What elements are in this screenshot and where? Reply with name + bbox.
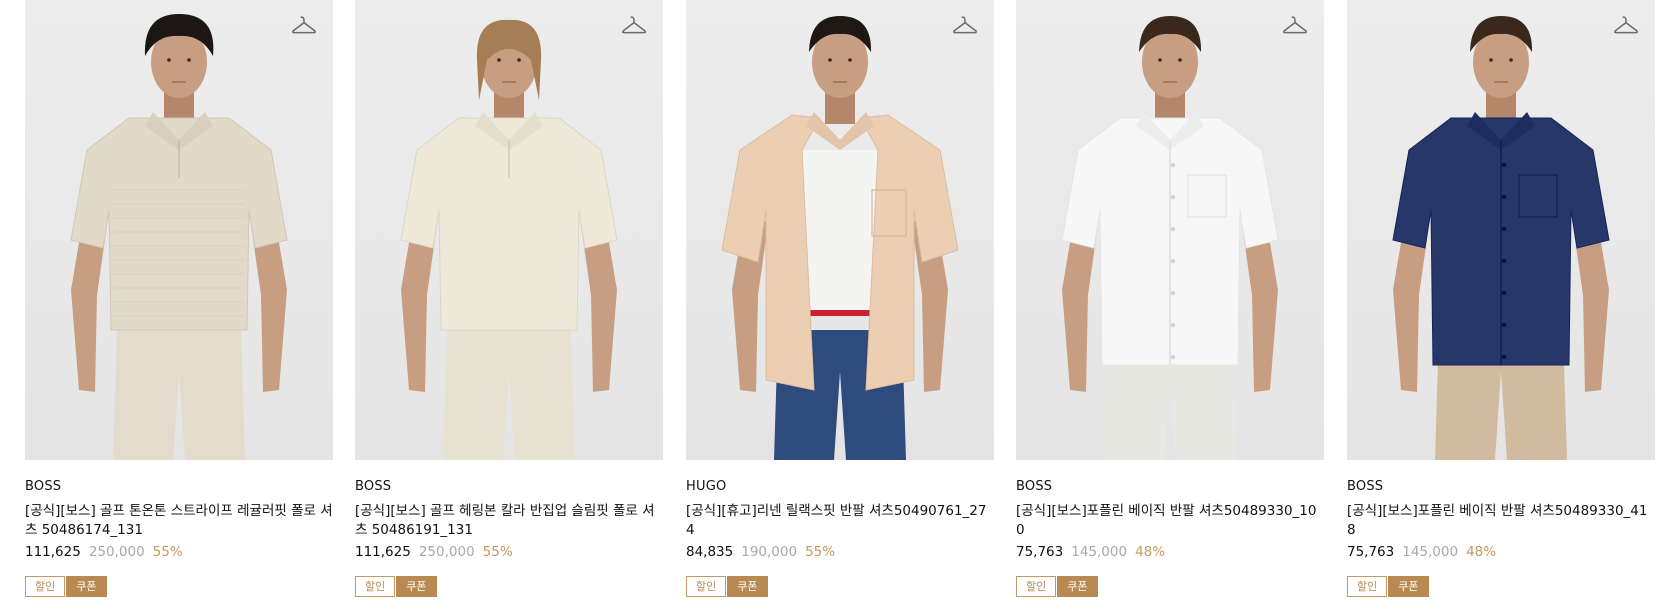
price-row: 84,835 190,000 55% bbox=[686, 543, 994, 562]
discount-rate: 48% bbox=[1466, 544, 1497, 560]
product-title[interactable]: [공식][보스] 골프 톤온톤 스트라이프 레귤러핏 폴로 셔츠 5048617… bbox=[25, 502, 333, 540]
sale-badge: 할인 bbox=[25, 576, 66, 597]
price-row: 75,763 145,000 48% bbox=[1016, 543, 1324, 562]
coupon-badge: 쿠폰 bbox=[396, 576, 437, 597]
product-card[interactable]: BOSS [공식][보스] 골프 헤링본 칼라 반집업 슬림핏 폴로 셔츠 50… bbox=[355, 0, 663, 598]
product-brand: BOSS bbox=[1347, 479, 1384, 494]
badge-row: 할인 쿠폰 bbox=[686, 576, 994, 598]
model-photo bbox=[400, 19, 618, 460]
model-photo bbox=[1061, 16, 1279, 460]
original-price: 250,000 bbox=[418, 544, 475, 560]
sale-price: 111,625 bbox=[355, 544, 411, 560]
badge-row: 할인 쿠폰 bbox=[1016, 576, 1324, 598]
hanger-icon[interactable] bbox=[1282, 14, 1308, 36]
sale-price: 111,625 bbox=[25, 544, 81, 560]
hanger-icon[interactable] bbox=[1613, 14, 1639, 36]
product-brand: BOSS bbox=[355, 479, 392, 494]
sale-price: 75,763 bbox=[1016, 544, 1064, 560]
discount-rate: 55% bbox=[805, 544, 836, 560]
product-image[interactable] bbox=[1347, 0, 1655, 460]
discount-rate: 55% bbox=[152, 544, 183, 560]
product-image[interactable] bbox=[25, 0, 333, 460]
coupon-badge: 쿠폰 bbox=[66, 576, 107, 597]
sale-badge: 할인 bbox=[355, 576, 396, 597]
product-card[interactable]: HUGO [공식][휴고]리넨 릴랙스핏 반팔 셔츠50490761_274 8… bbox=[686, 0, 994, 598]
original-price: 145,000 bbox=[1402, 544, 1459, 560]
product-card[interactable]: BOSS [공식][보스]포플린 베이직 반팔 셔츠50489330_100 7… bbox=[1016, 0, 1324, 598]
discount-rate: 48% bbox=[1135, 544, 1166, 560]
coupon-badge: 쿠폰 bbox=[1057, 576, 1098, 597]
pants bbox=[443, 330, 575, 460]
product-brand: BOSS bbox=[1016, 479, 1053, 494]
price-row: 75,763 145,000 48% bbox=[1347, 543, 1655, 562]
product-image[interactable] bbox=[1016, 0, 1324, 460]
hanger-icon[interactable] bbox=[952, 14, 978, 36]
product-image[interactable] bbox=[355, 0, 663, 460]
original-price: 250,000 bbox=[88, 544, 145, 560]
product-title[interactable]: [공식][휴고]리넨 릴랙스핏 반팔 셔츠50490761_274 bbox=[686, 502, 994, 540]
sale-price: 84,835 bbox=[686, 544, 734, 560]
model-photo bbox=[70, 14, 288, 460]
product-card[interactable]: BOSS [공식][보스] 골프 톤온톤 스트라이프 레귤러핏 폴로 셔츠 50… bbox=[25, 0, 333, 598]
price-row: 111,625 250,000 55% bbox=[25, 543, 333, 562]
original-price: 190,000 bbox=[741, 544, 798, 560]
model-photo bbox=[1392, 16, 1610, 460]
product-card[interactable]: BOSS [공식][보스]포플린 베이직 반팔 셔츠50489330_418 7… bbox=[1347, 0, 1655, 598]
sale-badge: 할인 bbox=[1016, 576, 1057, 597]
pants bbox=[113, 330, 245, 460]
product-title[interactable]: [공식][보스]포플린 베이직 반팔 셔츠50489330_100 bbox=[1016, 502, 1324, 540]
product-title[interactable]: [공식][보스] 골프 헤링본 칼라 반집업 슬림핏 폴로 셔츠 5048619… bbox=[355, 502, 663, 540]
product-brand: HUGO bbox=[686, 479, 727, 494]
hanger-icon[interactable] bbox=[621, 14, 647, 36]
badge-row: 할인 쿠폰 bbox=[25, 576, 333, 598]
sale-badge: 할인 bbox=[686, 576, 727, 597]
badge-row: 할인 쿠폰 bbox=[1347, 576, 1655, 598]
original-price: 145,000 bbox=[1071, 544, 1128, 560]
discount-rate: 55% bbox=[482, 544, 513, 560]
hanger-icon[interactable] bbox=[291, 14, 317, 36]
sale-price: 75,763 bbox=[1347, 544, 1395, 560]
product-brand: BOSS bbox=[25, 479, 62, 494]
coupon-badge: 쿠폰 bbox=[1388, 576, 1429, 597]
product-image[interactable] bbox=[686, 0, 994, 460]
badge-row: 할인 쿠폰 bbox=[355, 576, 663, 598]
product-title[interactable]: [공식][보스]포플린 베이직 반팔 셔츠50489330_418 bbox=[1347, 502, 1655, 540]
price-row: 111,625 250,000 55% bbox=[355, 543, 663, 562]
coupon-badge: 쿠폰 bbox=[727, 576, 768, 597]
model-photo bbox=[721, 16, 959, 460]
product-grid: BOSS [공식][보스] 골프 톤온톤 스트라이프 레귤러핏 폴로 셔츠 50… bbox=[0, 0, 1663, 613]
sale-badge: 할인 bbox=[1347, 576, 1388, 597]
